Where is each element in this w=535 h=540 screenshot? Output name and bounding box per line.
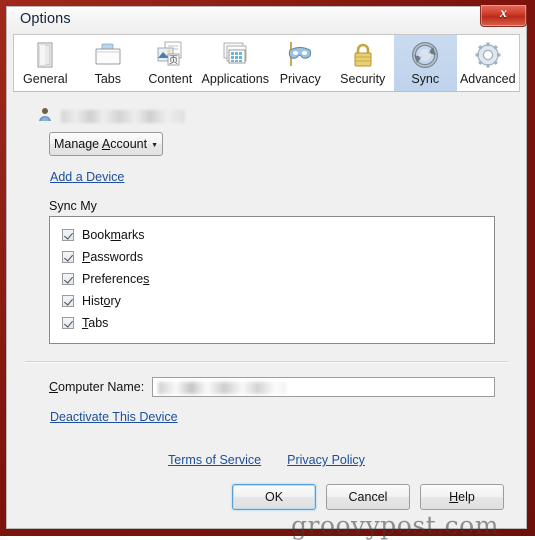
options-tab-strip: General Tabs 页 Content Applications Priv… <box>13 34 520 92</box>
checkbox-passwords[interactable] <box>62 251 74 263</box>
sync-my-label: Sync My <box>49 199 97 213</box>
sync-item-history[interactable]: History <box>50 290 494 312</box>
sync-item-tabs[interactable]: Tabs <box>50 312 494 334</box>
sync-my-list: Bookmarks Passwords Preferences History <box>49 216 495 344</box>
computer-name-label: Computer Name: <box>49 380 145 394</box>
dialog-footer: OK Cancel Help <box>232 484 504 510</box>
tab-content-label: Content <box>148 72 193 86</box>
manage-account-label: Manage Account <box>53 137 148 151</box>
sync-item-bookmarks-label: Bookmarks <box>82 228 145 242</box>
applications-icon <box>219 39 251 71</box>
tabs-icon <box>92 39 124 71</box>
tab-tabs-label: Tabs <box>94 72 121 86</box>
tab-tabs[interactable]: Tabs <box>77 35 140 91</box>
tab-applications-label: Applications <box>201 72 269 86</box>
privacy-mask-icon <box>284 39 316 71</box>
checkbox-preferences[interactable] <box>62 273 74 285</box>
checkbox-history[interactable] <box>62 295 74 307</box>
sync-item-bookmarks[interactable]: Bookmarks <box>50 224 494 246</box>
security-lock-icon <box>347 39 379 71</box>
tab-advanced-label: Advanced <box>459 72 516 86</box>
tab-security-label: Security <box>340 72 386 86</box>
window-client-area: Options x General Tabs 页 Content Applica… <box>6 5 527 540</box>
sync-options-panel: Manage Account ▼ Add a Device Sync My Bo… <box>13 93 520 540</box>
computer-name-input[interactable] <box>152 377 495 397</box>
tab-content[interactable]: 页 Content <box>139 35 202 91</box>
terms-of-service-link[interactable]: Terms of Service <box>168 453 261 467</box>
tab-sync[interactable]: Sync <box>393 35 457 91</box>
sync-icon <box>409 39 441 71</box>
title-bar: Options x <box>7 5 527 34</box>
cancel-button[interactable]: Cancel <box>326 484 410 510</box>
tab-general-label: General <box>23 72 68 86</box>
svg-text:页: 页 <box>169 55 178 66</box>
general-icon <box>29 39 61 71</box>
account-name-value <box>61 110 185 123</box>
add-a-device-link[interactable]: Add a Device <box>50 170 124 184</box>
tab-general[interactable]: General <box>14 35 77 91</box>
sync-item-history-label: History <box>82 294 121 308</box>
sync-item-preferences[interactable]: Preferences <box>50 268 494 290</box>
close-button[interactable]: x <box>480 5 527 27</box>
computer-name-value <box>158 382 287 394</box>
manage-account-button[interactable]: Manage Account ▼ <box>49 132 163 156</box>
tab-privacy[interactable]: Privacy <box>269 35 332 91</box>
options-window: Options x General Tabs 页 Content Applica… <box>0 0 535 540</box>
sync-item-preferences-label: Preferences <box>82 272 150 286</box>
sync-item-passwords[interactable]: Passwords <box>50 246 494 268</box>
chevron-down-icon: ▼ <box>151 141 159 149</box>
content-icon: 页 <box>154 39 186 71</box>
tab-applications[interactable]: Applications <box>202 35 269 91</box>
advanced-gear-icon <box>472 39 504 71</box>
checkbox-bookmarks[interactable] <box>62 229 74 241</box>
horizontal-separator <box>25 361 508 363</box>
ok-button[interactable]: OK <box>232 484 316 510</box>
sync-item-tabs-label: Tabs <box>82 316 109 330</box>
checkbox-tabs[interactable] <box>62 317 74 329</box>
window-title: Options <box>20 11 71 27</box>
tab-sync-label: Sync <box>411 72 440 86</box>
account-row <box>37 106 185 127</box>
sync-item-passwords-label: Passwords <box>82 250 144 264</box>
help-button[interactable]: Help <box>420 484 504 510</box>
tab-security[interactable]: Security <box>331 35 394 91</box>
computer-name-row: Computer Name: <box>49 377 495 397</box>
close-icon: x <box>500 6 507 21</box>
privacy-policy-link[interactable]: Privacy Policy <box>287 453 365 467</box>
tab-privacy-label: Privacy <box>279 72 321 86</box>
tab-advanced[interactable]: Advanced <box>457 35 520 91</box>
legal-links: Terms of Service Privacy Policy <box>13 453 520 467</box>
deactivate-this-device-link[interactable]: Deactivate This Device <box>50 410 178 424</box>
user-icon <box>37 106 53 127</box>
